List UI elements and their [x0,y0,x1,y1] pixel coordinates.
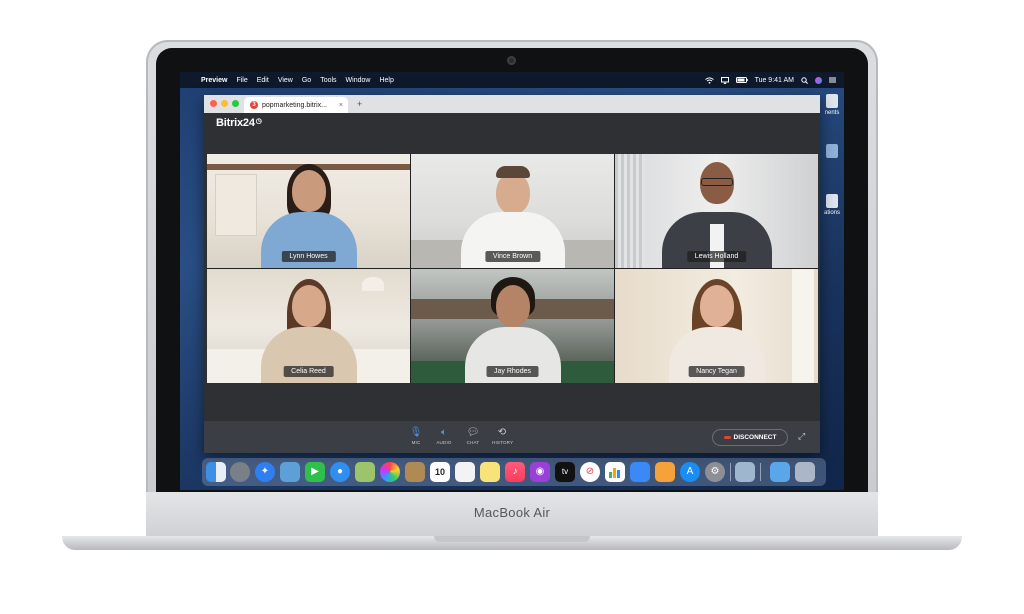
chat-button[interactable]: 💬︎ CHAT [463,427,483,445]
device-brand-label: MacBook Air [473,505,551,520]
new-tab-button[interactable]: + [357,99,362,109]
desktop-item[interactable] [822,144,842,160]
finder-icon[interactable] [206,462,226,482]
chat-bubble-icon: 💬︎ [466,427,480,438]
menu-view[interactable]: View [278,77,293,84]
history-button[interactable]: ⟲ HISTORY [492,427,514,445]
menu-go[interactable]: Go [302,77,311,84]
siri-icon[interactable] [815,76,822,84]
preview-icon[interactable] [735,462,755,482]
participant-name: Vince Brown [484,251,541,262]
participant-name: Jay Rhodes [486,366,539,377]
launchpad-icon[interactable] [230,462,250,482]
desktop-item-label: nents [824,110,840,116]
browser-tab-bar: 3 popmarketing.bitrix... × + [204,95,820,113]
reminders-icon[interactable] [455,462,475,482]
desktop-item[interactable]: nents [822,94,842,116]
folder-icon [826,194,838,208]
audio-label: AUDIO [436,440,452,445]
contacts-icon[interactable] [405,462,425,482]
app-store-icon[interactable]: A [680,462,700,482]
music-icon[interactable]: ♪ [505,462,525,482]
mic-label: MIC [411,440,421,445]
screen: Preview File Edit View Go Tools Window H… [180,72,844,490]
dock-separator [760,463,761,481]
pages-icon[interactable] [655,462,675,482]
participant-name: Lynn Howes [281,251,336,262]
maps-icon[interactable] [355,462,375,482]
menu-window[interactable]: Window [346,77,371,84]
video-grid: Lynn Howes Vince Brown Lewis Holland Cel… [207,154,818,383]
trash-icon[interactable] [795,462,815,482]
video-tile[interactable]: Jay Rhodes [411,269,614,383]
desktop-item[interactable]: ations [822,194,842,216]
system-preferences-icon[interactable]: ⚙ [705,462,725,482]
browser-window: 3 popmarketing.bitrix... × + Bitrix24◷ L… [204,95,820,453]
search-icon[interactable] [801,76,808,84]
audio-button[interactable]: 🔈︎ AUDIO [434,427,454,445]
video-tile[interactable]: Lynn Howes [207,154,410,268]
microphone-icon: 🎙︎ [409,427,423,438]
menu-edit[interactable]: Edit [257,77,269,84]
menu-app-name[interactable]: Preview [201,77,227,84]
document-icon [826,144,838,158]
camera-icon [507,56,516,65]
app-header: Bitrix24◷ [204,113,820,133]
desktop-item-label: ations [823,210,840,216]
zoom-window-button[interactable] [232,100,239,107]
video-tile[interactable]: Nancy Tegan [615,269,818,383]
photo-booth-icon[interactable] [280,462,300,482]
podcasts-icon[interactable]: ◉ [530,462,550,482]
menu-file[interactable]: File [236,77,247,84]
bitrix24-logo[interactable]: Bitrix24◷ [216,117,262,129]
speaker-icon: 🔈︎ [441,427,447,438]
numbers-icon[interactable] [605,462,625,482]
browser-tab[interactable]: 3 popmarketing.bitrix... × [244,97,348,113]
dock: ✦ ▶ ● 10 ♪ ◉ tv ⊘ A ⚙ [202,458,826,486]
clock-icon: ◷ [255,118,262,125]
dock-separator [730,463,731,481]
apple-tv-icon[interactable]: tv [555,462,575,482]
history-clock-icon: ⟲ [497,427,507,438]
call-controls-bar: 🎙︎ MIC 🔈︎ AUDIO 💬︎ CHAT ⟲ HISTORY DISCON… [204,421,820,453]
hangup-icon [723,436,731,439]
downloads-folder-icon[interactable] [770,462,790,482]
minimize-window-button[interactable] [221,100,228,107]
video-tile[interactable]: Celia Reed [207,269,410,383]
close-window-button[interactable] [210,100,217,107]
video-tile[interactable]: Vince Brown [411,154,614,268]
fullscreen-icon[interactable]: ⤢ [798,431,805,442]
menu-bar: Preview File Edit View Go Tools Window H… [180,72,844,88]
video-tile[interactable]: Lewis Holland [615,154,818,268]
participant-name: Nancy Tegan [688,366,745,377]
calendar-icon[interactable]: 10 [430,462,450,482]
mic-button[interactable]: 🎙︎ MIC [406,427,426,445]
laptop-notch [434,536,590,542]
close-tab-icon[interactable]: × [339,102,343,109]
menu-tools[interactable]: Tools [320,77,336,84]
disconnect-label: DISCONNECT [733,434,777,441]
airplay-icon[interactable] [720,76,729,84]
facetime-icon[interactable]: ▶ [305,462,325,482]
participant-name: Celia Reed [283,366,334,377]
wifi-icon[interactable] [704,76,714,84]
tab-title: popmarketing.bitrix... [262,101,327,109]
participant-name: Lewis Holland [686,251,747,262]
chat-label: CHAT [466,440,480,445]
battery-icon[interactable] [735,77,748,83]
notes-icon[interactable] [480,462,500,482]
logo-text: Bitrix24 [216,117,255,129]
history-label: HISTORY [492,440,514,445]
menubar-clock[interactable]: Tue 9:41 AM [755,77,794,84]
bitrix-favicon-icon: 3 [250,101,258,109]
messages-icon[interactable]: ● [330,462,350,482]
keynote-icon[interactable] [630,462,650,482]
photos-icon[interactable] [380,462,400,482]
control-center-icon[interactable] [829,77,836,83]
safari-icon[interactable]: ✦ [255,462,275,482]
folder-icon [826,94,838,108]
menu-help[interactable]: Help [379,77,393,84]
news-icon[interactable]: ⊘ [580,462,600,482]
disconnect-button[interactable]: DISCONNECT [712,429,788,446]
